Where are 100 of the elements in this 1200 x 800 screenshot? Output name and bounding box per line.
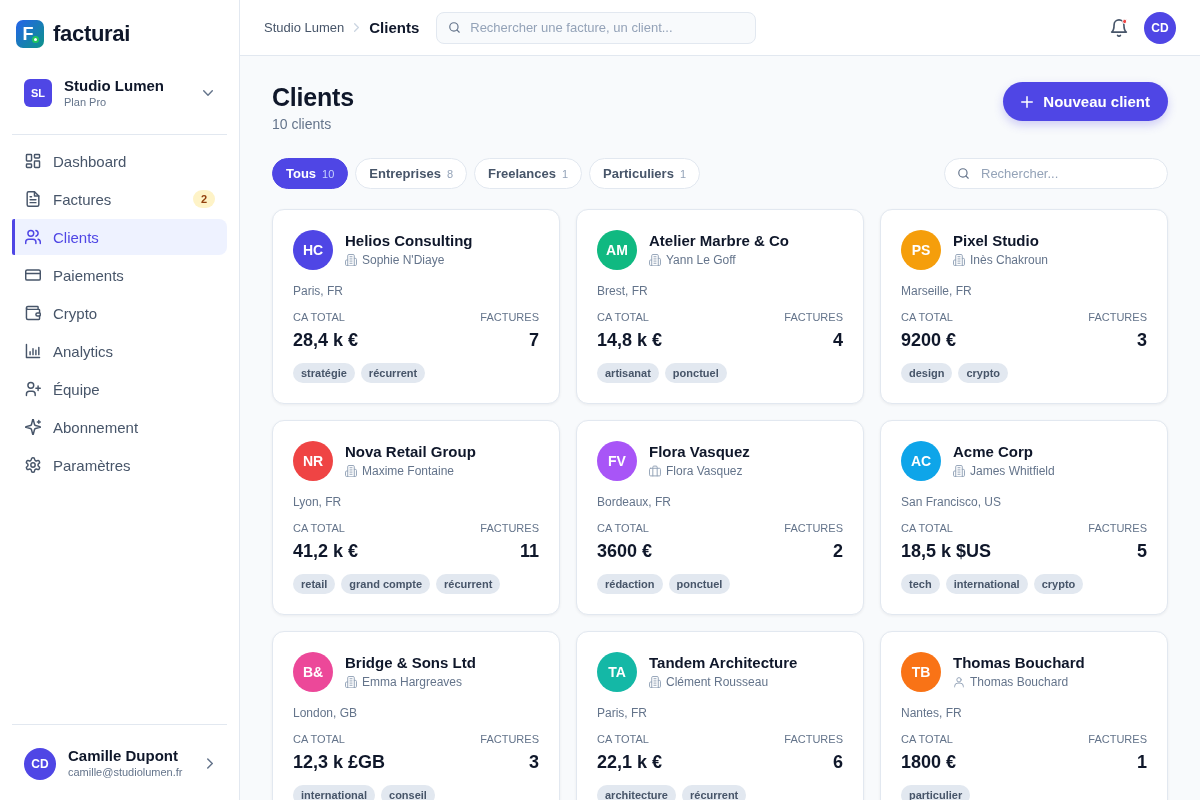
client-tag: design (901, 363, 953, 383)
client-name: Thomas Bouchard (953, 653, 1085, 673)
client-count: 10 clients (272, 115, 333, 134)
client-name: Nova Retail Group (345, 442, 476, 462)
brand-name: facturai (53, 21, 131, 47)
client-location: San Francisco, US (901, 494, 1003, 511)
revenue-amount: 12,3 k £GB (293, 751, 386, 774)
client-avatar: NR (293, 441, 333, 481)
client-card[interactable]: TA Tandem Architecture Clément Rousseau Paris, FR CA TOTAL 22,1 k € FACTURES 6 architecture récurrent (576, 631, 864, 800)
client-location: Paris, FR (597, 705, 648, 722)
revenue-amount: 41,2 k € (293, 540, 359, 563)
nav-item[interactable]: Dashboard (12, 143, 227, 179)
client-card[interactable]: FV Flora Vasquez Flora Vasquez Bordeaux, FR CA TOTAL 3600 € FACTURES 2 rédaction ponctuel (576, 420, 864, 615)
nav-item[interactable]: Abonnement (12, 409, 227, 445)
breadcrumb-link[interactable]: Studio Lumen (264, 20, 345, 35)
nav-item[interactable]: Factures 2 (12, 181, 227, 217)
client-avatar: HC (293, 230, 333, 270)
search-field[interactable]: Rechercher... (944, 158, 1168, 189)
nav-item[interactable]: Analytics (12, 333, 227, 369)
client-name: Acme Corp (953, 442, 1035, 462)
invoice-count: 1 (1137, 751, 1147, 774)
client-name: Atelier Marbre & Co (649, 231, 790, 251)
client-location: Paris, FR (293, 283, 344, 300)
client-tag: rédaction (597, 574, 663, 594)
contact-name: Yann Le Goff (666, 252, 736, 269)
filter-chip[interactable]: Entreprises 8 (355, 158, 467, 189)
workspace-plan: Plan Pro (64, 95, 108, 109)
notification-bell-icon[interactable] (1110, 18, 1128, 37)
building-icon (953, 254, 965, 266)
client-name: Tandem Architecture (649, 653, 798, 673)
stat-label: FACTURES (1088, 521, 1147, 535)
search-icon (448, 21, 462, 34)
client-tag: architecture (597, 785, 676, 800)
nav-item[interactable]: Paiements (12, 257, 227, 293)
stat-label: FACTURES (1088, 732, 1147, 746)
contact-name: Clément Rousseau (666, 674, 769, 691)
user-name: Camille Dupont (68, 747, 179, 765)
chevron-right-icon (354, 23, 360, 32)
stat-label: FACTURES (784, 732, 843, 746)
client-card[interactable]: AM Atelier Marbre & Co Yann Le Goff Brest, FR CA TOTAL 14,8 k € FACTURES 4 artisanat ponctuel (576, 209, 864, 404)
briefcase-icon (649, 465, 661, 477)
stat-label: CA TOTAL (901, 732, 954, 746)
stat-label: FACTURES (784, 310, 843, 324)
contact-name: Maxime Fontaine (362, 463, 455, 480)
client-card[interactable]: B& Bridge & Sons Ltd Emma Hargreaves London, GB CA TOTAL 12,3 k £GB FACTURES 3 international conseil (272, 631, 560, 800)
revenue-amount: 1800 € (901, 751, 957, 774)
building-icon (649, 254, 661, 266)
users-icon (25, 229, 41, 245)
invoice-count: 6 (833, 751, 843, 774)
invoice-count: 7 (529, 329, 539, 352)
contact-name: Thomas Bouchard (970, 674, 1069, 691)
building-icon (649, 676, 661, 688)
search-field[interactable]: Rechercher une facture, un client... (436, 11, 757, 44)
client-tag: crypto (958, 363, 1009, 383)
new-client-button[interactable]: Nouveau client (1003, 82, 1168, 121)
client-avatar: TB (901, 652, 941, 692)
stat-label: FACTURES (480, 521, 539, 535)
client-card[interactable]: PS Pixel Studio Inès Chakroun Marseille, FR CA TOTAL 9200 € FACTURES 3 design crypto (880, 209, 1168, 404)
client-tag: ponctuel (668, 574, 731, 594)
client-tag: ponctuel (664, 363, 727, 383)
nav-item[interactable]: Clients (12, 219, 227, 255)
client-tag: retail (293, 574, 336, 594)
client-card[interactable]: HC Helios Consulting Sophie N'Diaye Paris, FR CA TOTAL 28,4 k € FACTURES 7 stratégie récurrent (272, 209, 560, 404)
stat-label: CA TOTAL (597, 310, 650, 324)
bar-chart-icon (25, 343, 41, 359)
revenue-amount: 18,5 k $US (901, 540, 992, 563)
nav-item[interactable]: Paramètres (12, 447, 227, 483)
client-avatar: FV (597, 441, 637, 481)
contact-name: Sophie N'Diaye (362, 252, 445, 269)
invoice-count: 3 (1137, 329, 1147, 352)
user-avatar: CD (24, 747, 56, 780)
invoice-count: 5 (1137, 540, 1147, 563)
filter-chip[interactable]: Tous 10 (272, 158, 349, 189)
nav-item[interactable]: Équipe (12, 371, 227, 407)
invoice-count: 2 (833, 540, 843, 563)
chevron-down-icon[interactable] (203, 90, 213, 96)
nav-item[interactable]: Crypto (12, 295, 227, 331)
client-avatar: PS (901, 230, 941, 270)
invoice-count: 11 (519, 540, 539, 563)
contact-name: Emma Hargreaves (362, 674, 463, 691)
chevron-right-icon[interactable] (207, 758, 213, 769)
client-card[interactable]: AC Acme Corp James Whitfield San Francisco, US CA TOTAL 18,5 k $US FACTURES 5 tech international crypto (880, 420, 1168, 615)
stat-label: CA TOTAL (293, 310, 346, 324)
client-avatar: AM (597, 230, 637, 270)
client-tag: récurrent (682, 785, 747, 800)
client-location: London, GB (293, 705, 359, 722)
revenue-amount: 28,4 k € (293, 329, 359, 352)
stat-label: FACTURES (1088, 310, 1147, 324)
user-avatar[interactable]: CD (1144, 11, 1176, 44)
workspace-name[interactable]: Studio Lumen (64, 77, 164, 95)
filter-chip[interactable]: Particuliers 1 (589, 158, 701, 189)
client-card[interactable]: NR Nova Retail Group Maxime Fontaine Lyon, FR CA TOTAL 41,2 k € FACTURES 11 retail grand compte récurrent (272, 420, 560, 615)
plus-icon (1021, 95, 1034, 108)
building-icon (345, 676, 357, 688)
client-tag: artisanat (597, 363, 659, 383)
contact-name: Flora Vasquez (666, 463, 743, 480)
sparkle-icon (25, 419, 41, 435)
client-tag: grand compte (341, 574, 431, 594)
filter-chip[interactable]: Freelances 1 (474, 158, 583, 189)
breadcrumb-current: Clients (369, 19, 420, 36)
